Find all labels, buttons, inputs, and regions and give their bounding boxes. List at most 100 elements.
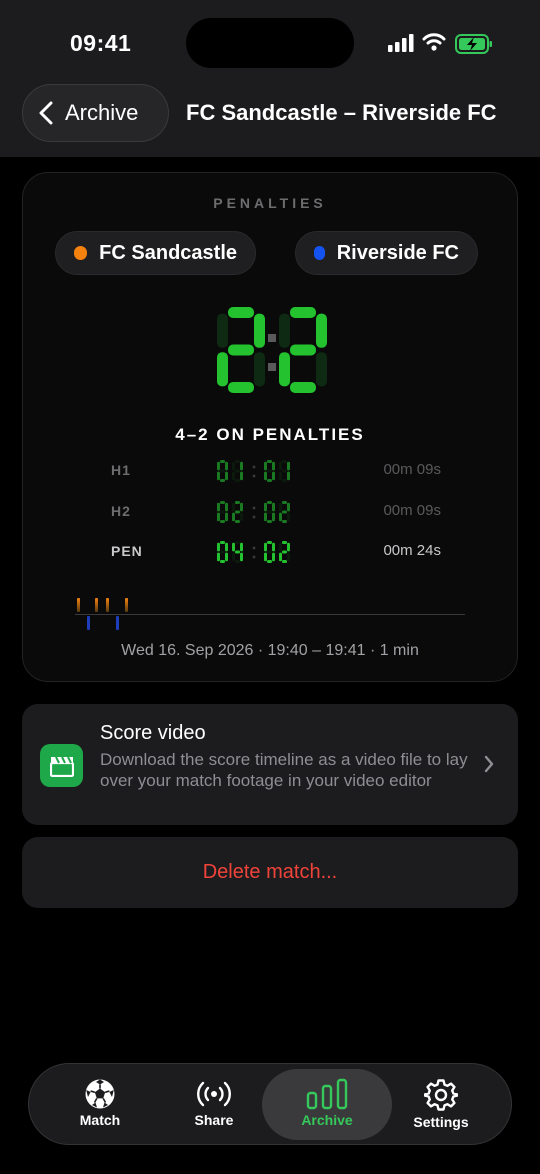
- digit-segment: [267, 469, 272, 473]
- digit-segment: [228, 344, 254, 356]
- digit-segment: [225, 512, 228, 522]
- digit-segment: [240, 542, 243, 552]
- digit-segment: [225, 471, 228, 481]
- score-colon: [252, 465, 256, 469]
- team-b-color-dot: [314, 246, 325, 260]
- digit-segment: [235, 520, 240, 523]
- team-a-name: FC Sandcastle: [99, 241, 237, 264]
- digit-segment: [235, 510, 240, 514]
- digit-segment: [220, 501, 225, 504]
- period-row-h2: H2 00m 09s: [111, 498, 441, 528]
- digit-segment: [217, 552, 220, 562]
- digit-segment: [282, 460, 287, 463]
- digit-segment: [279, 461, 282, 471]
- digit-segment: [232, 552, 235, 562]
- goal-tick-team-a: [95, 598, 98, 612]
- digit-segment: [225, 552, 228, 562]
- broadcast-icon: [197, 1081, 231, 1107]
- score-video-title: Score video: [100, 722, 206, 744]
- digit-segment: [267, 520, 272, 523]
- digit-segment: [272, 542, 275, 552]
- status-bar: 09:41: [0, 0, 540, 80]
- score-video-description: Download the score timeline as a video f…: [100, 750, 468, 790]
- tab-settings[interactable]: Settings: [380, 1064, 502, 1144]
- digit-segment: [279, 552, 282, 562]
- digit-segment: [282, 550, 287, 554]
- digit-segment: [264, 461, 267, 471]
- digit-segment: [235, 560, 240, 563]
- team-a-color-dot: [74, 246, 88, 260]
- digit-segment: [232, 461, 235, 471]
- digit-segment: [235, 550, 240, 554]
- goal-tick-team-a: [106, 598, 109, 612]
- back-button-label: Archive: [65, 100, 139, 125]
- digit-segment: [225, 502, 228, 512]
- digit-segment: [279, 512, 282, 522]
- digit-segment: [316, 352, 327, 387]
- digit-segment: [282, 501, 287, 504]
- period-duration: 00m 09s: [383, 502, 441, 519]
- digit-segment: [282, 541, 287, 544]
- digit-segment: [220, 520, 225, 523]
- period-score: [217, 460, 290, 482]
- digit-segment: [217, 502, 220, 512]
- digit-segment: [272, 502, 275, 512]
- digit-segment: [235, 479, 240, 482]
- goal-tick-team-b: [87, 616, 90, 630]
- status-time: 09:41: [70, 30, 132, 56]
- goal-tick-team-b: [116, 616, 119, 630]
- wifi-icon: [422, 33, 446, 51]
- cellular-signal-icon: [388, 34, 414, 52]
- digit-segment: [279, 352, 290, 387]
- period-duration: 00m 24s: [383, 542, 441, 559]
- period-score: [217, 501, 290, 523]
- goal-tick-team-a: [77, 598, 80, 612]
- bar-chart-icon: [306, 1078, 348, 1110]
- digit-segment: [217, 313, 228, 348]
- digit-segment: [254, 352, 265, 387]
- digit-segment: [240, 461, 243, 471]
- tab-bar: Match Share Archive Settings: [28, 1063, 512, 1145]
- tab-match[interactable]: Match: [39, 1064, 161, 1144]
- gear-icon: [424, 1079, 458, 1111]
- digit-segment: [264, 552, 267, 562]
- tab-share[interactable]: Share: [153, 1064, 275, 1144]
- team-b-name: Riverside FC: [336, 241, 459, 264]
- penalty-result: 4–2 ON PENALTIES: [175, 425, 365, 444]
- digit-segment: [235, 501, 240, 504]
- tab-label: Settings: [413, 1114, 469, 1130]
- goal-timeline: [75, 593, 465, 633]
- digit-segment: [228, 307, 254, 318]
- dynamic-island: [186, 18, 354, 68]
- goal-tick-team-a: [125, 598, 128, 612]
- digit-segment: [272, 461, 275, 471]
- digit-segment: [240, 552, 243, 562]
- digit-segment: [264, 471, 267, 481]
- period-row-pen: PEN 00m 24s: [111, 538, 441, 568]
- delete-match-button[interactable]: Delete match...: [22, 837, 518, 908]
- tab-label: Share: [194, 1112, 234, 1128]
- score-video-row[interactable]: Score video Download the score timeline …: [22, 704, 518, 825]
- digit-segment: [254, 313, 265, 348]
- team-a-pill: FC Sandcastle: [55, 231, 256, 275]
- score-colon: [268, 334, 276, 342]
- digit-segment: [282, 510, 287, 514]
- team-b-pill: Riverside FC: [295, 231, 478, 275]
- tab-archive[interactable]: Archive: [262, 1069, 392, 1140]
- period-label: H2: [111, 503, 131, 519]
- match-date-time: Wed 16. Sep 2026 · 19:40 – 19:41 · 1 min: [121, 642, 419, 659]
- chevron-right-icon: [484, 755, 494, 773]
- back-button[interactable]: Archive: [22, 84, 169, 142]
- digit-segment: [287, 461, 290, 471]
- digit-segment: [220, 560, 225, 563]
- tab-label: Match: [79, 1112, 121, 1128]
- digit-segment: [282, 479, 287, 482]
- main-score-display: [217, 307, 327, 393]
- score-colon: [252, 546, 256, 550]
- digit-segment: [264, 542, 267, 552]
- score-colon: [268, 363, 276, 371]
- clapperboard-icon: [40, 744, 83, 787]
- tab-label: Archive: [301, 1112, 353, 1128]
- digit-segment: [232, 542, 235, 552]
- digit-segment: [279, 502, 282, 512]
